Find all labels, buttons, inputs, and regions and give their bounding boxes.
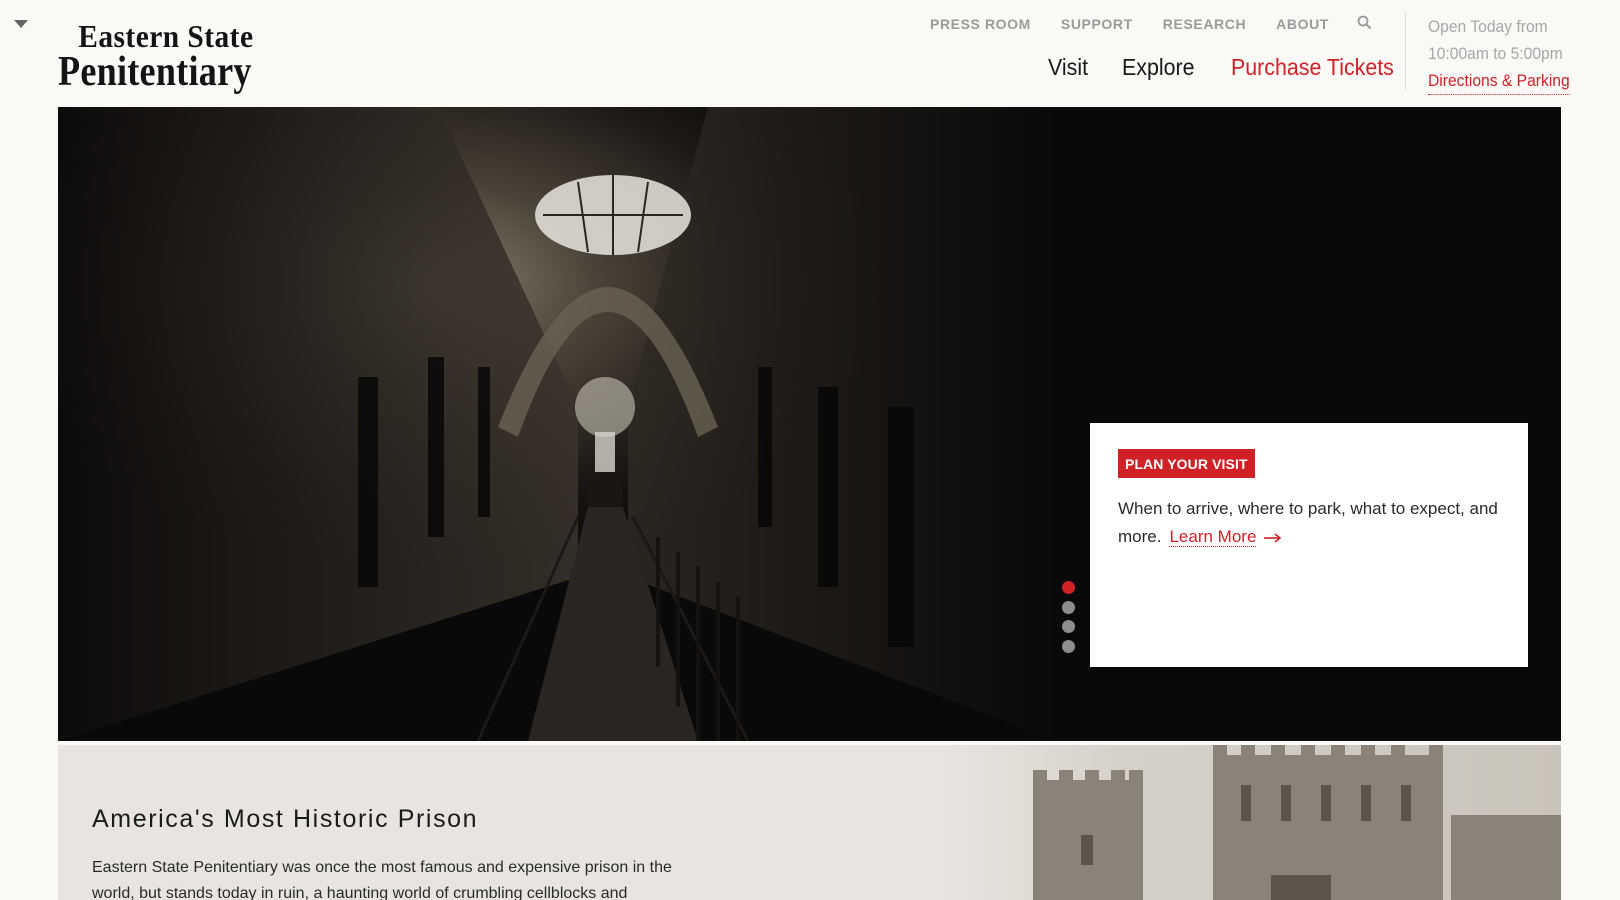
- menu-toggle-icon[interactable]: [14, 20, 28, 28]
- utility-nav: PRESS ROOM SUPPORT RESEARCH ABOUT: [930, 15, 1372, 32]
- card-description: When to arrive, where to park, what to e…: [1118, 495, 1500, 551]
- header-divider: [1405, 12, 1406, 90]
- hours-panel: Open Today from 10:00am to 5:00pm Direct…: [1428, 13, 1598, 95]
- hours-line-2: 10:00am to 5:00pm: [1428, 44, 1563, 63]
- plan-your-visit-badge: PLAN YOUR VISIT: [1118, 449, 1255, 478]
- plan-visit-card: PLAN YOUR VISIT When to arrive, where to…: [1090, 423, 1528, 667]
- carousel-dot-2[interactable]: [1062, 600, 1075, 614]
- carousel-dot-1[interactable]: [1062, 581, 1075, 594]
- nav-about[interactable]: ABOUT: [1276, 16, 1329, 32]
- main-nav: Visit Explore Purchase Tickets: [1048, 54, 1437, 81]
- learn-more-link[interactable]: Learn More: [1169, 527, 1257, 547]
- nav-press-room[interactable]: PRESS ROOM: [930, 16, 1031, 32]
- directions-parking-link[interactable]: Directions & Parking: [1428, 67, 1570, 95]
- purchase-tickets-link[interactable]: Purchase Tickets: [1231, 54, 1394, 81]
- search-icon[interactable]: [1357, 15, 1372, 30]
- prison-facade-image: [941, 745, 1561, 900]
- site-logo[interactable]: Eastern State Penitentiary: [58, 18, 276, 95]
- arrow-right-icon[interactable]: [1264, 532, 1282, 543]
- hero-carousel: PLAN YOUR VISIT When to arrive, where to…: [58, 107, 1561, 741]
- nav-research[interactable]: RESEARCH: [1163, 16, 1246, 32]
- logo-line-2: Penitentiary: [58, 49, 252, 95]
- nav-visit[interactable]: Visit: [1048, 54, 1088, 81]
- nav-support[interactable]: SUPPORT: [1061, 16, 1133, 32]
- section-title: America's Most Historic Prison: [92, 805, 479, 833]
- carousel-dot-3[interactable]: [1062, 620, 1075, 633]
- carousel-dots: [1062, 581, 1075, 659]
- section-body: Eastern State Penitentiary was once the …: [92, 859, 672, 900]
- logo-line-1: Eastern State: [78, 18, 254, 54]
- carousel-dot-4[interactable]: [1062, 639, 1075, 653]
- hours-line-1: Open Today from: [1428, 17, 1548, 36]
- intro-section: America's Most Historic Prison Eastern S…: [58, 745, 1561, 900]
- nav-explore[interactable]: Explore: [1122, 54, 1195, 81]
